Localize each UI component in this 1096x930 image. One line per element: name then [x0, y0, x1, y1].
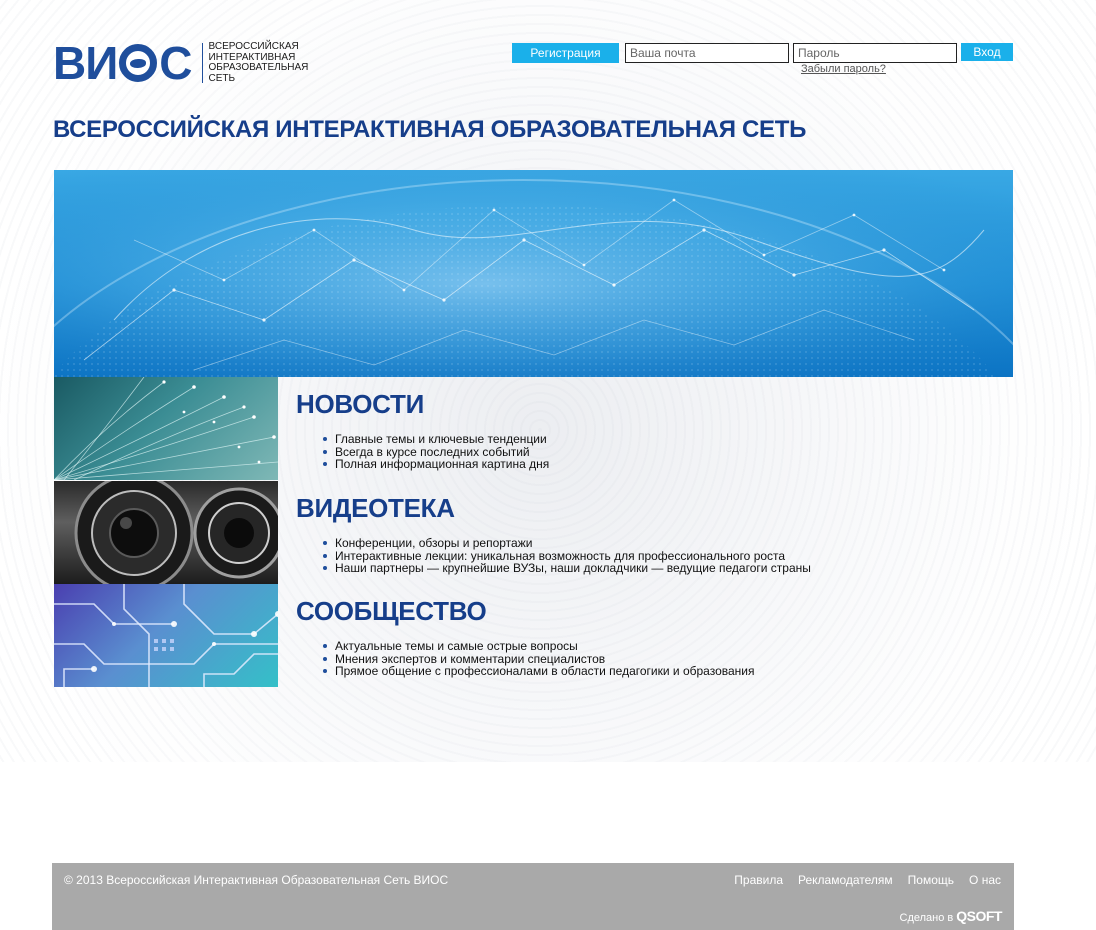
circuit-board-image [54, 584, 278, 687]
password-field[interactable] [793, 43, 957, 63]
fiber-optics-image [54, 377, 278, 480]
footer-copyright: © 2013 Всероссийская Интерактивная Образ… [64, 873, 449, 887]
qsoft-logo: QSOFT [956, 908, 1002, 924]
footer-link-advertisers[interactable]: Рекламодателям [798, 873, 893, 887]
footer-link-rules[interactable]: Правила [734, 873, 783, 887]
globe-logo-icon [119, 44, 158, 82]
footer-link-about[interactable]: О нас [969, 873, 1001, 887]
made-by-label: Сделано в [899, 912, 954, 924]
list-item: Прямое общение с профессионалами в облас… [323, 664, 755, 678]
email-field[interactable] [625, 43, 789, 63]
made-by-credit[interactable]: Сделано в QSOFT [899, 908, 1003, 924]
logo-letters-vi: ВИ [53, 37, 118, 89]
site-logo[interactable]: ВИ С ВСЕРОССИЙСКАЯ ИНТЕРАКТИВНАЯ ОБРАЗОВА… [53, 40, 319, 86]
section-video: ВИДЕОТЕКА Конференции, обзоры и репортаж… [54, 481, 1013, 584]
logo-mark: ВИ С [53, 37, 193, 89]
logo-letter-s: С [159, 37, 192, 89]
video-features-list: Конференции, обзоры и репортажи Интеракт… [316, 537, 811, 575]
news-features-list: Главные темы и ключевые тенденции Всегда… [316, 433, 549, 471]
logo-tagline: ВСЕРОССИЙСКАЯ ИНТЕРАКТИВНАЯ ОБРАЗОВАТЕЛЬ… [208, 41, 309, 84]
forgot-password-link[interactable]: Забыли пароль? [801, 63, 886, 75]
camera-lenses-image [74, 481, 278, 584]
section-title-community[interactable]: СООБЩЕСТВО [296, 596, 487, 627]
section-news: НОВОСТИ Главные темы и ключевые тенденци… [54, 377, 1013, 480]
section-title-video[interactable]: ВИДЕОТЕКА [296, 493, 455, 524]
page: ВИ С ВСЕРОССИЙСКАЯ ИНТЕРАКТИВНАЯ ОБРАЗОВА… [0, 0, 1096, 930]
logo-divider [201, 43, 203, 83]
section-community: СООБЩЕСТВО Актуальные темы и самые остры… [54, 584, 1013, 687]
register-button[interactable]: Регистрация [512, 43, 619, 63]
network-globe-image [54, 170, 1013, 377]
section-title-news[interactable]: НОВОСТИ [296, 389, 424, 420]
footer-nav: Правила Рекламодателям Помощь О нас [734, 873, 1001, 887]
community-features-list: Актуальные темы и самые острые вопросы М… [316, 640, 755, 678]
list-item: Конференции, обзоры и репортажи [323, 537, 811, 550]
page-title: ВСЕРОССИЙСКАЯ ИНТЕРАКТИВНАЯ ОБРАЗОВАТЕЛЬ… [53, 116, 807, 143]
hero-banner [54, 170, 1013, 377]
news-thumbnail[interactable] [54, 377, 278, 480]
list-item: Актуальные темы и самые острые вопросы [323, 640, 755, 653]
list-item: Главные темы и ключевые тенденции [322, 433, 549, 446]
video-thumbnail[interactable] [54, 481, 278, 584]
login-button[interactable]: Вход [961, 43, 1013, 61]
list-item: Полная информационная картина дня [322, 457, 550, 471]
footer-link-help[interactable]: Помощь [908, 873, 954, 887]
list-item: Наши партнеры — крупнейшие ВУЗы, наши до… [323, 561, 811, 575]
community-thumbnail[interactable] [54, 584, 278, 687]
footer: © 2013 Всероссийская Интерактивная Образ… [52, 863, 1014, 930]
